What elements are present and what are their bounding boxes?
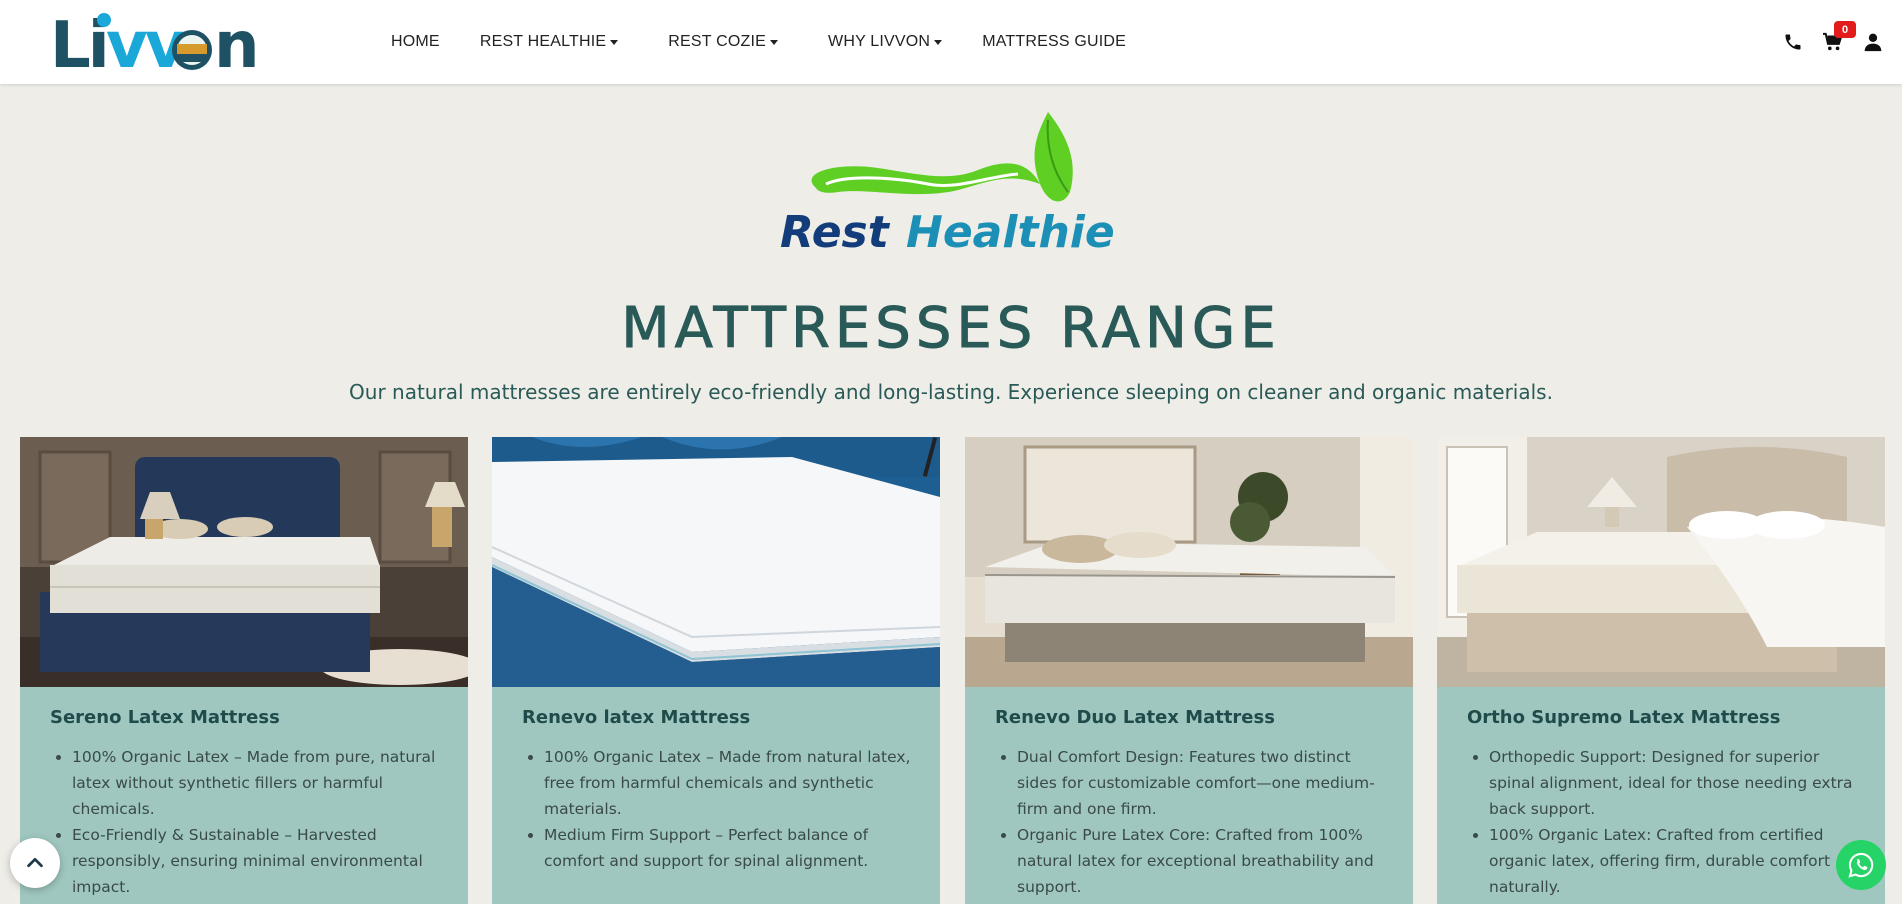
cart-icon[interactable]: 0 xyxy=(1822,21,1856,53)
section-title: MATTRESSES RANGE xyxy=(621,296,1281,362)
scroll-to-top-button[interactable] xyxy=(10,838,60,888)
product-title[interactable]: Renevo latex Mattress xyxy=(522,707,912,728)
product-features: 100% Organic Latex – Made from pure, nat… xyxy=(50,744,440,900)
product-card[interactable]: Renevo latex Mattress 100% Organic Latex… xyxy=(492,437,940,904)
main-nav: HOME REST HEALTHIE REST COZIE WHY LIVVON… xyxy=(391,0,1126,84)
product-image[interactable] xyxy=(492,437,940,687)
rest-healthie-logo: Rest Healthie xyxy=(778,112,1122,262)
feature-item: 100% Organic Latex – Made from pure, nat… xyxy=(72,744,440,822)
caret-down-icon xyxy=(934,39,943,45)
chevron-up-icon xyxy=(27,857,43,868)
product-image[interactable] xyxy=(20,437,468,687)
product-title[interactable]: Sereno Latex Mattress xyxy=(50,707,440,728)
product-image[interactable] xyxy=(965,437,1413,687)
product-card[interactable]: Sereno Latex Mattress 100% Organic Latex… xyxy=(20,437,468,904)
svg-text:n: n xyxy=(214,12,257,72)
product-card[interactable]: Ortho Supremo Latex Mattress Orthopedic … xyxy=(1437,437,1885,904)
product-card[interactable]: Renevo Duo Latex Mattress Dual Comfort D… xyxy=(965,437,1413,904)
brand-name-rest: Rest xyxy=(780,207,891,258)
site-header: Li vv n HOME REST HEALTHIE REST COZIE WH… xyxy=(0,0,1902,84)
nav-rest-cozie-label: REST COZIE xyxy=(668,33,767,50)
nav-rest-healthie[interactable]: REST HEALTHIE xyxy=(479,33,619,51)
product-image[interactable] xyxy=(1437,437,1885,687)
feature-item: Dual Comfort Design: Features two distin… xyxy=(1017,744,1385,822)
product-card-body: Renevo Duo Latex Mattress Dual Comfort D… xyxy=(965,687,1413,900)
product-card-body: Renevo latex Mattress 100% Organic Latex… xyxy=(492,687,940,874)
feature-item: 100% Organic Latex: Crafted from certifi… xyxy=(1489,822,1857,900)
feature-item: Medium Firm Support – Perfect balance of… xyxy=(544,822,912,874)
brand-name-healthie: Healthie xyxy=(906,207,1115,258)
nav-rest-healthie-label: REST HEALTHIE xyxy=(479,33,607,50)
section-subtitle: Our natural mattresses are entirely eco-… xyxy=(349,380,1553,404)
nav-mattress-guide-label: MATTRESS GUIDE xyxy=(982,33,1127,50)
product-card-body: Ortho Supremo Latex Mattress Orthopedic … xyxy=(1437,687,1885,900)
phone-icon[interactable] xyxy=(1782,31,1804,53)
nav-why-livvon[interactable]: WHY LIVVON xyxy=(828,33,943,51)
product-features: 100% Organic Latex – Made from natural l… xyxy=(522,744,912,874)
product-features: Orthopedic Support: Designed for superio… xyxy=(1467,744,1857,900)
feature-item: Orthopedic Support: Designed for superio… xyxy=(1489,744,1857,822)
feature-item: Organic Pure Latex Core: Crafted from 10… xyxy=(1017,822,1385,900)
feature-item: 100% Organic Latex – Made from natural l… xyxy=(544,744,912,822)
caret-down-icon xyxy=(770,39,779,45)
product-title[interactable]: Ortho Supremo Latex Mattress xyxy=(1467,707,1857,728)
nav-why-livvon-label: WHY LIVVON xyxy=(828,33,931,50)
nav-home[interactable]: HOME xyxy=(391,33,440,51)
whatsapp-icon xyxy=(1848,852,1874,878)
nav-rest-cozie[interactable]: REST COZIE xyxy=(668,33,779,51)
product-title[interactable]: Renevo Duo Latex Mattress xyxy=(995,707,1385,728)
header-icons: 0 xyxy=(1782,0,1884,84)
nav-mattress-guide[interactable]: MATTRESS GUIDE xyxy=(982,33,1126,51)
product-features: Dual Comfort Design: Features two distin… xyxy=(995,744,1385,900)
nav-home-label: HOME xyxy=(391,33,440,50)
whatsapp-button[interactable] xyxy=(1836,840,1886,890)
caret-down-icon xyxy=(610,39,619,45)
cart-count-badge: 0 xyxy=(1834,21,1856,38)
livvon-logo[interactable]: Li vv n xyxy=(50,9,282,83)
feature-item: Eco-Friendly & Sustainable – Harvested r… xyxy=(72,822,440,900)
user-icon[interactable] xyxy=(1862,31,1884,53)
product-card-body: Sereno Latex Mattress 100% Organic Latex… xyxy=(20,687,468,900)
